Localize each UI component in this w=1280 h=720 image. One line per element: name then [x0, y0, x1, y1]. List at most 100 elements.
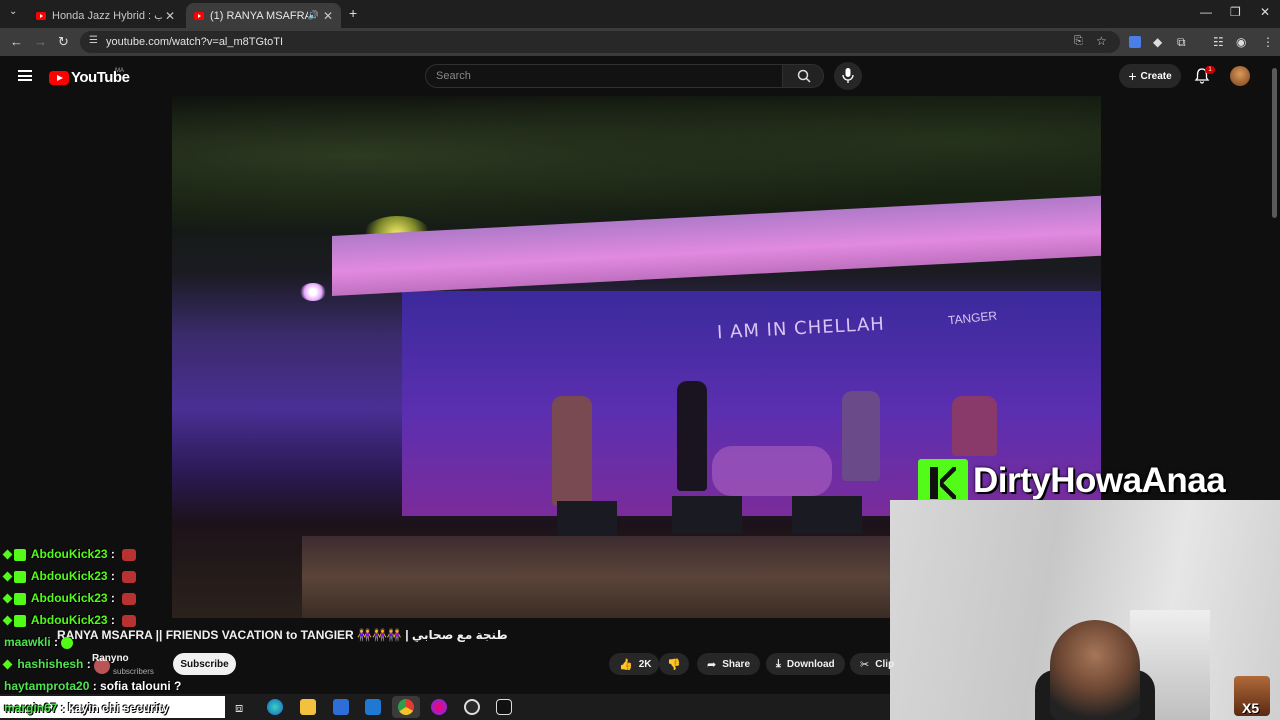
forward-icon[interactable]: →	[34, 34, 47, 49]
video-performer-drummer	[842, 391, 880, 481]
video-speaker-right	[792, 496, 862, 534]
address-bar[interactable]: ☰ youtube.com/watch?v=al_m8TGtoTI ⎘ ☆	[80, 31, 1120, 53]
youtube-play-icon	[49, 70, 69, 85]
account-avatar[interactable]	[1230, 66, 1250, 86]
search-button[interactable]	[782, 64, 824, 88]
restore-icon[interactable]: ❐	[1230, 5, 1241, 19]
app-icon[interactable]	[431, 699, 447, 715]
tab-title: (1) RANYA MSAFRA || FRIEN	[210, 9, 308, 22]
chat-message: maawkli :	[4, 635, 75, 649]
webcam-streamer	[1050, 620, 1140, 720]
tab-list-dropdown-icon[interactable]: ⌄	[9, 6, 17, 17]
outlook-icon[interactable]	[365, 699, 381, 715]
extensions-puzzle-icon[interactable]: ⧉	[1177, 35, 1186, 50]
chat-emote-icon	[122, 614, 137, 627]
plus-icon: +	[1128, 68, 1137, 84]
clip-button[interactable]: ✂ Clip	[850, 653, 894, 675]
chat-username: margin67	[4, 701, 58, 715]
like-button[interactable]: 👍 2K	[609, 653, 659, 675]
reload-icon[interactable]: ↻	[58, 34, 69, 50]
chat-sub-badge-icon	[14, 548, 26, 561]
like-icon: 👍	[619, 658, 633, 671]
chat-username: hashishesh	[17, 657, 84, 671]
chat-emote-icon	[122, 592, 137, 605]
video-performer-guitarist	[552, 396, 592, 506]
chat-emote-icon	[122, 570, 137, 583]
menu-kebab-icon[interactable]: ⋮	[1262, 35, 1274, 49]
page-scrollbar[interactable]	[1272, 68, 1277, 218]
create-label: Create	[1140, 70, 1172, 82]
chat-message: AbdouKick23 :	[2, 591, 137, 605]
chat-message: AbdouKick23 :	[2, 569, 137, 583]
subscribe-button[interactable]: Subscribe	[173, 653, 236, 675]
share-button[interactable]: ➦ Share	[697, 653, 760, 675]
file-explorer-icon[interactable]	[300, 699, 316, 715]
search-input[interactable]: Search	[425, 64, 783, 88]
obs-icon[interactable]	[464, 699, 480, 715]
translate-icon[interactable]	[1129, 36, 1141, 48]
minimize-icon[interactable]: —	[1200, 5, 1212, 19]
chat-text: :	[110, 613, 115, 627]
chat-badge-icon	[2, 549, 13, 560]
like-count: 2K	[638, 658, 652, 670]
webcam-feed	[890, 500, 1280, 720]
chat-username: AbdouKick23	[30, 547, 108, 561]
chat-text: :	[54, 635, 59, 649]
video-speaker-left	[557, 501, 617, 536]
video-performer-keys	[952, 396, 997, 456]
streamer-name: DirtyHowaAnaa	[973, 461, 1226, 500]
dislike-button[interactable]: 👎	[659, 653, 689, 675]
chat-message: margin67 : kayin chi security	[4, 701, 169, 715]
chat-sub-badge-icon	[14, 592, 26, 605]
back-icon[interactable]: ←	[10, 34, 23, 49]
edge-icon[interactable]	[267, 699, 283, 715]
chat-sub-badge-icon	[14, 570, 26, 583]
bookmark-star-icon[interactable]: ☆	[1096, 34, 1107, 48]
chat-username: AbdouKick23	[30, 613, 108, 627]
country-code: MA	[115, 68, 124, 74]
install-app-icon[interactable]: ⎘	[1074, 35, 1083, 48]
voice-search-button[interactable]	[834, 62, 862, 90]
window-close-icon[interactable]: ✕	[1260, 5, 1270, 19]
chat-username: maawkli	[4, 635, 51, 649]
youtube-favicon-icon	[194, 11, 204, 20]
download-icon: ⤓	[776, 657, 781, 670]
download-button[interactable]: ⤓ Download	[766, 653, 845, 675]
create-button[interactable]: + Create	[1119, 64, 1181, 88]
youtube-favicon-icon	[36, 11, 46, 20]
speaker-icon[interactable]: 🔊	[308, 10, 319, 21]
store-icon[interactable]	[333, 699, 349, 715]
browser-tab-strip: ⌄ Honda Jazz Hybrid : ـة فالمغرب ✕ (1) R…	[0, 0, 1280, 28]
chat-text: :	[86, 657, 91, 671]
gift-multiplier: X5	[1242, 700, 1260, 716]
clip-icon: ✂	[860, 658, 870, 671]
search-icon	[797, 69, 811, 83]
video-title: RANYA MSAFRA || FRIENDS VACATION to TANG…	[57, 628, 508, 642]
close-icon[interactable]: ✕	[323, 9, 333, 23]
profile-icon[interactable]: ◉	[1236, 35, 1246, 49]
youtube-header: YouTube MA Search + Create 1	[0, 56, 1280, 96]
browser-toolbar: ← → ↻ ☰ youtube.com/watch?v=al_m8TGtoTI …	[0, 28, 1280, 56]
chat-username: haytamprota20	[4, 679, 90, 693]
tab-honda[interactable]: Honda Jazz Hybrid : ـة فالمغرب ✕	[28, 3, 183, 28]
capcut-icon[interactable]	[496, 699, 512, 715]
site-info-icon[interactable]: ☰	[89, 35, 98, 46]
chat-sub-badge-icon	[14, 614, 26, 627]
chat-badge-icon	[2, 615, 13, 626]
close-icon[interactable]: ✕	[165, 9, 175, 23]
new-tab-icon[interactable]: +	[349, 5, 357, 21]
notification-badge: 1	[1205, 66, 1215, 74]
task-view-icon[interactable]: ⧈	[235, 700, 243, 716]
chrome-icon[interactable]	[398, 699, 414, 715]
chat-text: : kayin chi security	[60, 701, 169, 715]
chat-text: :	[110, 569, 115, 583]
chat-text: :	[110, 547, 115, 561]
video-drumkit	[712, 446, 832, 496]
reading-list-icon[interactable]: ☷	[1213, 35, 1224, 49]
menu-icon[interactable]	[18, 70, 32, 81]
chat-badge-icon	[2, 593, 13, 604]
chat-emote-icon	[61, 636, 74, 649]
extension-diamond-icon[interactable]: ◆	[1153, 35, 1162, 49]
channel-name[interactable]: Ranyno	[92, 653, 129, 664]
tab-ranya[interactable]: (1) RANYA MSAFRA || FRIEN 🔊 ✕	[186, 3, 341, 28]
